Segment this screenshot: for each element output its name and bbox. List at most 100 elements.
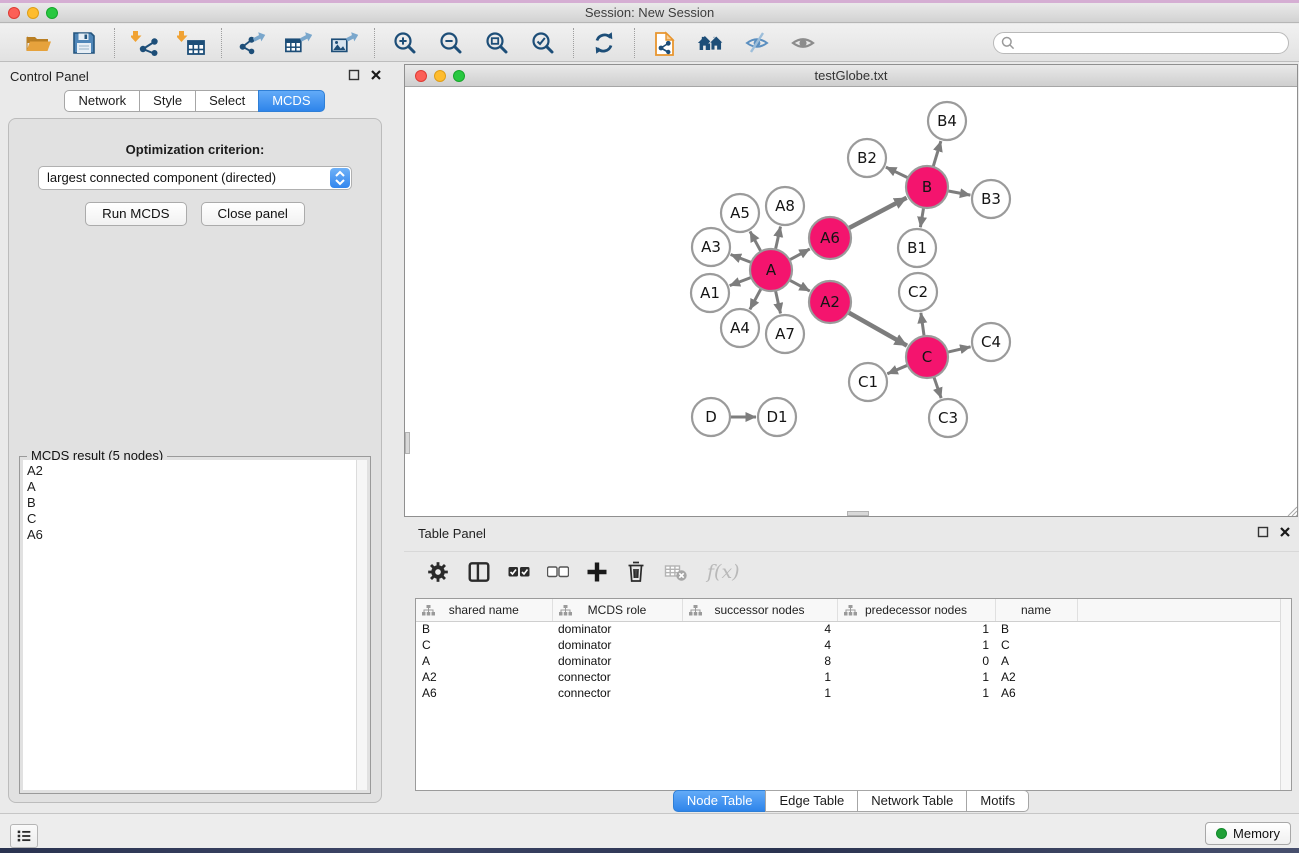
- network-window-titlebar[interactable]: testGlobe.txt: [405, 65, 1297, 87]
- col-mcds-role[interactable]: MCDS role: [552, 599, 682, 621]
- gear-icon[interactable]: [426, 560, 450, 584]
- close-panel-icon[interactable]: [1279, 526, 1291, 538]
- graph-edge-C-C1[interactable]: [887, 365, 907, 374]
- table-cell[interactable]: 1: [837, 621, 995, 637]
- zoom-out-button[interactable]: [437, 29, 465, 57]
- graph-edge-A2-C[interactable]: [848, 312, 907, 345]
- search-input[interactable]: [1016, 34, 1288, 52]
- table-cell[interactable]: A6: [995, 685, 1077, 701]
- graph-edge-C-C4[interactable]: [947, 347, 970, 352]
- network-bottom-scrollbar-thumb[interactable]: [847, 511, 869, 516]
- zoom-selected-button[interactable]: [529, 29, 557, 57]
- table-cell[interactable]: [1077, 669, 1291, 685]
- table-cell[interactable]: 0: [837, 653, 995, 669]
- table-header-row[interactable]: shared name MCDS role successor nodes pr…: [416, 599, 1291, 621]
- network-file-button[interactable]: [651, 29, 679, 57]
- graph-node-B1[interactable]: B1: [898, 229, 936, 267]
- tab-edge-table[interactable]: Edge Table: [765, 790, 858, 812]
- result-list-item[interactable]: C: [23, 511, 367, 527]
- graph-edge-A-A5[interactable]: [750, 231, 761, 251]
- tab-style[interactable]: Style: [139, 90, 196, 112]
- graph-node-C1[interactable]: C1: [849, 363, 887, 401]
- graph-node-A7[interactable]: A7: [766, 315, 804, 353]
- float-panel-icon[interactable]: [1257, 526, 1269, 538]
- table-cell[interactable]: dominator: [552, 653, 682, 669]
- resize-grip-icon[interactable]: [1285, 504, 1297, 516]
- memory-button[interactable]: Memory: [1205, 822, 1291, 845]
- export-image-button[interactable]: [330, 29, 358, 57]
- table-cell[interactable]: [1077, 653, 1291, 669]
- table-cell[interactable]: C: [416, 637, 552, 653]
- export-table-button[interactable]: [284, 29, 312, 57]
- graph-edge-B-B4[interactable]: [933, 141, 941, 167]
- graph-edge-A-A2[interactable]: [789, 280, 809, 291]
- graph-edge-A-A7[interactable]: [775, 291, 780, 314]
- table-cell[interactable]: B: [416, 621, 552, 637]
- tab-motifs[interactable]: Motifs: [966, 790, 1029, 812]
- table-cell[interactable]: [1077, 621, 1291, 637]
- graph-edge-C-C2[interactable]: [921, 313, 924, 336]
- graph-edge-A-A8[interactable]: [775, 227, 780, 250]
- column-sidebar-icon[interactable]: [467, 560, 491, 584]
- table-cell[interactable]: 1: [682, 669, 837, 685]
- graph-edge-C-C3[interactable]: [934, 377, 941, 398]
- save-session-button[interactable]: [70, 29, 98, 57]
- table-cell[interactable]: 1: [837, 669, 995, 685]
- network-canvas-svg[interactable]: AA1A2A3A4A5A6A7A8BB1B2B3B4CC1C2C3C4DD1: [405, 87, 1297, 516]
- graph-node-B[interactable]: B: [906, 166, 948, 208]
- graph-edge-A6-B[interactable]: [849, 198, 907, 229]
- table-cell[interactable]: connector: [552, 685, 682, 701]
- import-network-button[interactable]: [131, 29, 159, 57]
- graph-edge-A-A6[interactable]: [789, 249, 809, 260]
- graph-node-A8[interactable]: A8: [766, 187, 804, 225]
- col-name[interactable]: name: [995, 599, 1077, 621]
- delete-table-icon[interactable]: [664, 561, 688, 583]
- import-table-button[interactable]: [177, 29, 205, 57]
- table-cell[interactable]: [1077, 685, 1291, 701]
- table-row[interactable]: A2connector11A2: [416, 669, 1291, 685]
- table-cell[interactable]: [1077, 637, 1291, 653]
- refresh-button[interactable]: [590, 29, 618, 57]
- trash-icon[interactable]: [625, 560, 647, 584]
- table-row[interactable]: A6connector11A6: [416, 685, 1291, 701]
- tab-network-table[interactable]: Network Table: [857, 790, 967, 812]
- zoom-fit-button[interactable]: [483, 29, 511, 57]
- table-cell[interactable]: C: [995, 637, 1077, 653]
- graph-node-C3[interactable]: C3: [929, 399, 967, 437]
- show-details-button[interactable]: [789, 29, 817, 57]
- table-cell[interactable]: A2: [416, 669, 552, 685]
- table-cell[interactable]: 4: [682, 621, 837, 637]
- result-list-item[interactable]: B: [23, 495, 367, 511]
- tab-node-table[interactable]: Node Table: [673, 790, 767, 812]
- graph-node-A2[interactable]: A2: [809, 281, 851, 323]
- result-list-scrollbar[interactable]: [356, 460, 367, 790]
- graph-node-B3[interactable]: B3: [972, 180, 1010, 218]
- export-network-button[interactable]: [238, 29, 266, 57]
- table-scrollbar[interactable]: [1280, 599, 1291, 790]
- graph-node-D1[interactable]: D1: [758, 398, 796, 436]
- mcds-result-list[interactable]: A2ABCA6: [23, 460, 367, 790]
- result-list-item[interactable]: A2: [23, 460, 367, 479]
- table-cell[interactable]: 8: [682, 653, 837, 669]
- result-list-item[interactable]: A6: [23, 527, 367, 543]
- table-cell[interactable]: dominator: [552, 621, 682, 637]
- graph-node-C[interactable]: C: [906, 336, 948, 378]
- float-panel-icon[interactable]: [348, 69, 360, 81]
- graph-edge-B-B1[interactable]: [920, 208, 923, 228]
- task-history-button[interactable]: [10, 824, 38, 848]
- tab-network[interactable]: Network: [64, 90, 140, 112]
- hide-details-button[interactable]: [743, 29, 771, 57]
- node-table[interactable]: shared name MCDS role successor nodes pr…: [415, 598, 1292, 791]
- close-panel-button[interactable]: Close panel: [201, 202, 305, 226]
- deselect-all-checkboxes-icon[interactable]: [547, 566, 569, 578]
- table-cell[interactable]: 1: [837, 637, 995, 653]
- graph-node-A1[interactable]: A1: [691, 274, 729, 312]
- graph-edge-A-A4[interactable]: [750, 289, 761, 310]
- toolbar-search[interactable]: [993, 32, 1289, 54]
- add-column-icon[interactable]: [586, 561, 608, 583]
- table-cell[interactable]: A: [416, 653, 552, 669]
- graph-edge-A-A3[interactable]: [731, 255, 752, 263]
- graph-node-A5[interactable]: A5: [721, 194, 759, 232]
- table-row[interactable]: Bdominator41B: [416, 621, 1291, 637]
- select-all-checkboxes-icon[interactable]: [508, 566, 530, 578]
